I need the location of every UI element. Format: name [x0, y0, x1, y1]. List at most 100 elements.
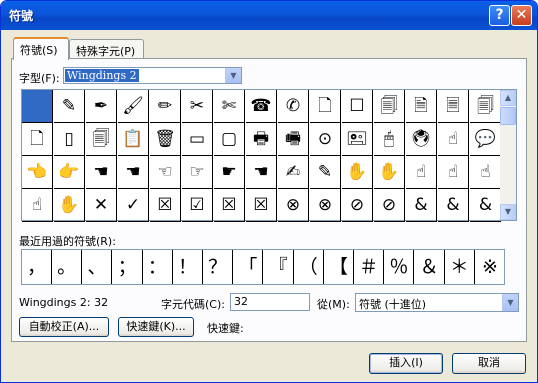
- recent-symbol-cell[interactable]: ，: [22, 250, 52, 284]
- symbol-cell[interactable]: 🖷: [278, 123, 309, 156]
- symbol-cell[interactable]: ✕: [86, 189, 117, 222]
- symbol-cell[interactable]: ☞: [182, 156, 213, 189]
- recent-symbol-cell[interactable]: 。: [52, 250, 83, 284]
- symbol-cell[interactable]: ☚: [86, 156, 117, 189]
- symbol-cell[interactable]: ☝: [406, 156, 437, 189]
- symbol-cell[interactable]: [22, 90, 53, 123]
- recent-symbol-cell[interactable]: ＃: [354, 250, 385, 284]
- symbol-cell[interactable]: 🖶: [246, 123, 277, 156]
- font-select[interactable]: Wingdings 2 ▼: [63, 67, 242, 84]
- symbol-cell[interactable]: ✋: [374, 156, 405, 189]
- symbol-cell[interactable]: ▯: [54, 123, 85, 156]
- symbol-cell[interactable]: ✄: [214, 90, 245, 123]
- symbol-cell[interactable]: ☝: [22, 189, 53, 222]
- autocorrect-button[interactable]: 自動校正(A)...: [19, 317, 109, 337]
- scroll-thumb[interactable]: [500, 107, 516, 125]
- char-code-input[interactable]: 32: [230, 293, 310, 311]
- symbol-cell[interactable]: ☚: [246, 156, 277, 189]
- recent-symbol-cell[interactable]: ※: [475, 250, 505, 284]
- symbol-cell[interactable]: ☝: [438, 123, 469, 156]
- recent-symbol-cell[interactable]: （: [294, 250, 324, 284]
- symbol-cell[interactable]: 👈: [22, 156, 53, 189]
- recent-symbol-cell[interactable]: 、: [82, 250, 113, 284]
- symbol-cell[interactable]: ✒: [86, 90, 117, 123]
- symbol-cell[interactable]: 🖌: [118, 90, 149, 123]
- symbol-cell[interactable]: ✓: [118, 189, 149, 222]
- symbol-cell[interactable]: 🗏: [438, 90, 469, 123]
- symbol-cell[interactable]: 🖭: [342, 123, 373, 156]
- symbol-cell[interactable]: ☜: [150, 156, 181, 189]
- recent-symbol-cell[interactable]: ！: [173, 250, 203, 284]
- symbol-cell[interactable]: ⊘: [342, 189, 373, 222]
- recent-symbol-cell[interactable]: ＊: [445, 250, 475, 284]
- close-button[interactable]: ✕: [511, 5, 532, 26]
- symbol-cell[interactable]: 🗋: [310, 90, 341, 123]
- symbol-cell[interactable]: 🖲: [406, 123, 437, 156]
- from-select[interactable]: 符號 (十進位) ▼: [355, 293, 519, 312]
- chevron-down-icon[interactable]: ▼: [225, 68, 241, 83]
- symbol-cell[interactable]: ✂: [182, 90, 213, 123]
- recent-symbols-label: 最近用過的符號(R):: [19, 235, 116, 248]
- cancel-button[interactable]: 取消: [452, 353, 526, 374]
- symbol-cell[interactable]: ☑: [182, 189, 213, 222]
- scroll-up-button[interactable]: ▲: [500, 90, 516, 106]
- tab-symbols[interactable]: 符號(S): [13, 37, 69, 60]
- symbol-grid: ✎ ✒ 🖌 ✏ ✂ ✄ ☎ ✆ 🗋 ☐ 🗐 🗎 🗏 🗐 🗋 ▯ 🗐 📋 🗑 ▭ ▢ 🖶 🖷 ⊙ 🖭 🖱 🖲 ☝ 💬 👈 👉 ☚ ☚ ☜ ☞ ☛ ☚ ✍ ✎ ✋…: [21, 89, 517, 222]
- recent-symbol-cell[interactable]: 【: [324, 250, 354, 284]
- symbol-cell[interactable]: 🖱: [374, 123, 405, 156]
- symbol-cell[interactable]: 🗐: [374, 90, 405, 123]
- symbol-cell[interactable]: ☒: [214, 189, 245, 222]
- symbol-cell[interactable]: &: [438, 189, 469, 222]
- symbol-cell[interactable]: &: [470, 189, 501, 222]
- recent-symbol-cell[interactable]: ％: [384, 250, 415, 284]
- help-button[interactable]: ?: [489, 5, 510, 26]
- symbol-cell[interactable]: 🗋: [22, 123, 53, 156]
- recent-symbol-cell[interactable]: ：: [143, 250, 173, 284]
- recent-symbol-cell[interactable]: ？: [203, 250, 234, 284]
- symbol-grid-scrollbar[interactable]: ▲ ▼: [500, 90, 516, 220]
- symbol-cell[interactable]: ✏: [150, 90, 181, 123]
- symbol-cell[interactable]: ⊗: [310, 189, 341, 222]
- recent-symbol-cell[interactable]: 「: [233, 250, 264, 284]
- recent-symbol-cell[interactable]: ＆: [415, 250, 445, 284]
- symbol-cell[interactable]: ☝: [438, 156, 469, 189]
- symbol-cell[interactable]: ✋: [342, 156, 373, 189]
- scroll-down-button[interactable]: ▼: [500, 204, 516, 220]
- symbol-cell[interactable]: ⊙: [310, 123, 341, 156]
- symbol-cell[interactable]: 👉: [54, 156, 85, 189]
- symbol-cell[interactable]: &: [406, 189, 437, 222]
- symbol-cell[interactable]: ▭: [182, 123, 213, 156]
- symbol-cell[interactable]: 📋: [118, 123, 149, 156]
- symbol-cell[interactable]: 💬: [470, 123, 501, 156]
- shortcut-key-button[interactable]: 快速鍵(K)...: [118, 317, 194, 337]
- symbol-cell[interactable]: ✆: [278, 90, 309, 123]
- tab-special-characters[interactable]: 特殊字元(P): [69, 39, 144, 59]
- chevron-down-icon[interactable]: ▼: [502, 294, 518, 311]
- symbol-cell[interactable]: ☎: [246, 90, 277, 123]
- symbol-cell[interactable]: ✋: [54, 189, 85, 222]
- symbol-cell[interactable]: ⊗: [278, 189, 309, 222]
- font-code-status: Wingdings 2: 32: [19, 296, 109, 309]
- symbol-cell[interactable]: 🗐: [470, 90, 501, 123]
- symbol-cell[interactable]: ☝: [470, 156, 501, 189]
- symbol-cell[interactable]: ▢: [214, 123, 245, 156]
- symbol-cell[interactable]: ☒: [246, 189, 277, 222]
- symbol-cell[interactable]: 🗑: [150, 123, 181, 156]
- from-select-value: 符號 (十進位): [359, 298, 427, 311]
- symbol-cell[interactable]: ✎: [54, 90, 85, 123]
- recent-symbol-cell[interactable]: 『: [264, 250, 294, 284]
- font-label: 字型(F):: [19, 72, 60, 85]
- insert-button[interactable]: 插入(I): [369, 353, 443, 374]
- symbol-cell[interactable]: 🗎: [406, 90, 437, 123]
- symbol-cell[interactable]: ☒: [150, 189, 181, 222]
- symbol-cell[interactable]: ⊘: [374, 189, 405, 222]
- recent-symbol-cell[interactable]: ；: [113, 250, 143, 284]
- shortcut-label: 快速鍵:: [207, 322, 244, 335]
- symbol-cell[interactable]: 🗐: [86, 123, 117, 156]
- symbol-cell[interactable]: ☛: [214, 156, 245, 189]
- window-title: 符號: [9, 9, 34, 23]
- symbol-cell[interactable]: ✍: [278, 156, 309, 189]
- symbol-cell[interactable]: ☐: [342, 90, 373, 123]
- symbol-cell[interactable]: ✎: [310, 156, 341, 189]
- symbol-cell[interactable]: ☚: [118, 156, 149, 189]
